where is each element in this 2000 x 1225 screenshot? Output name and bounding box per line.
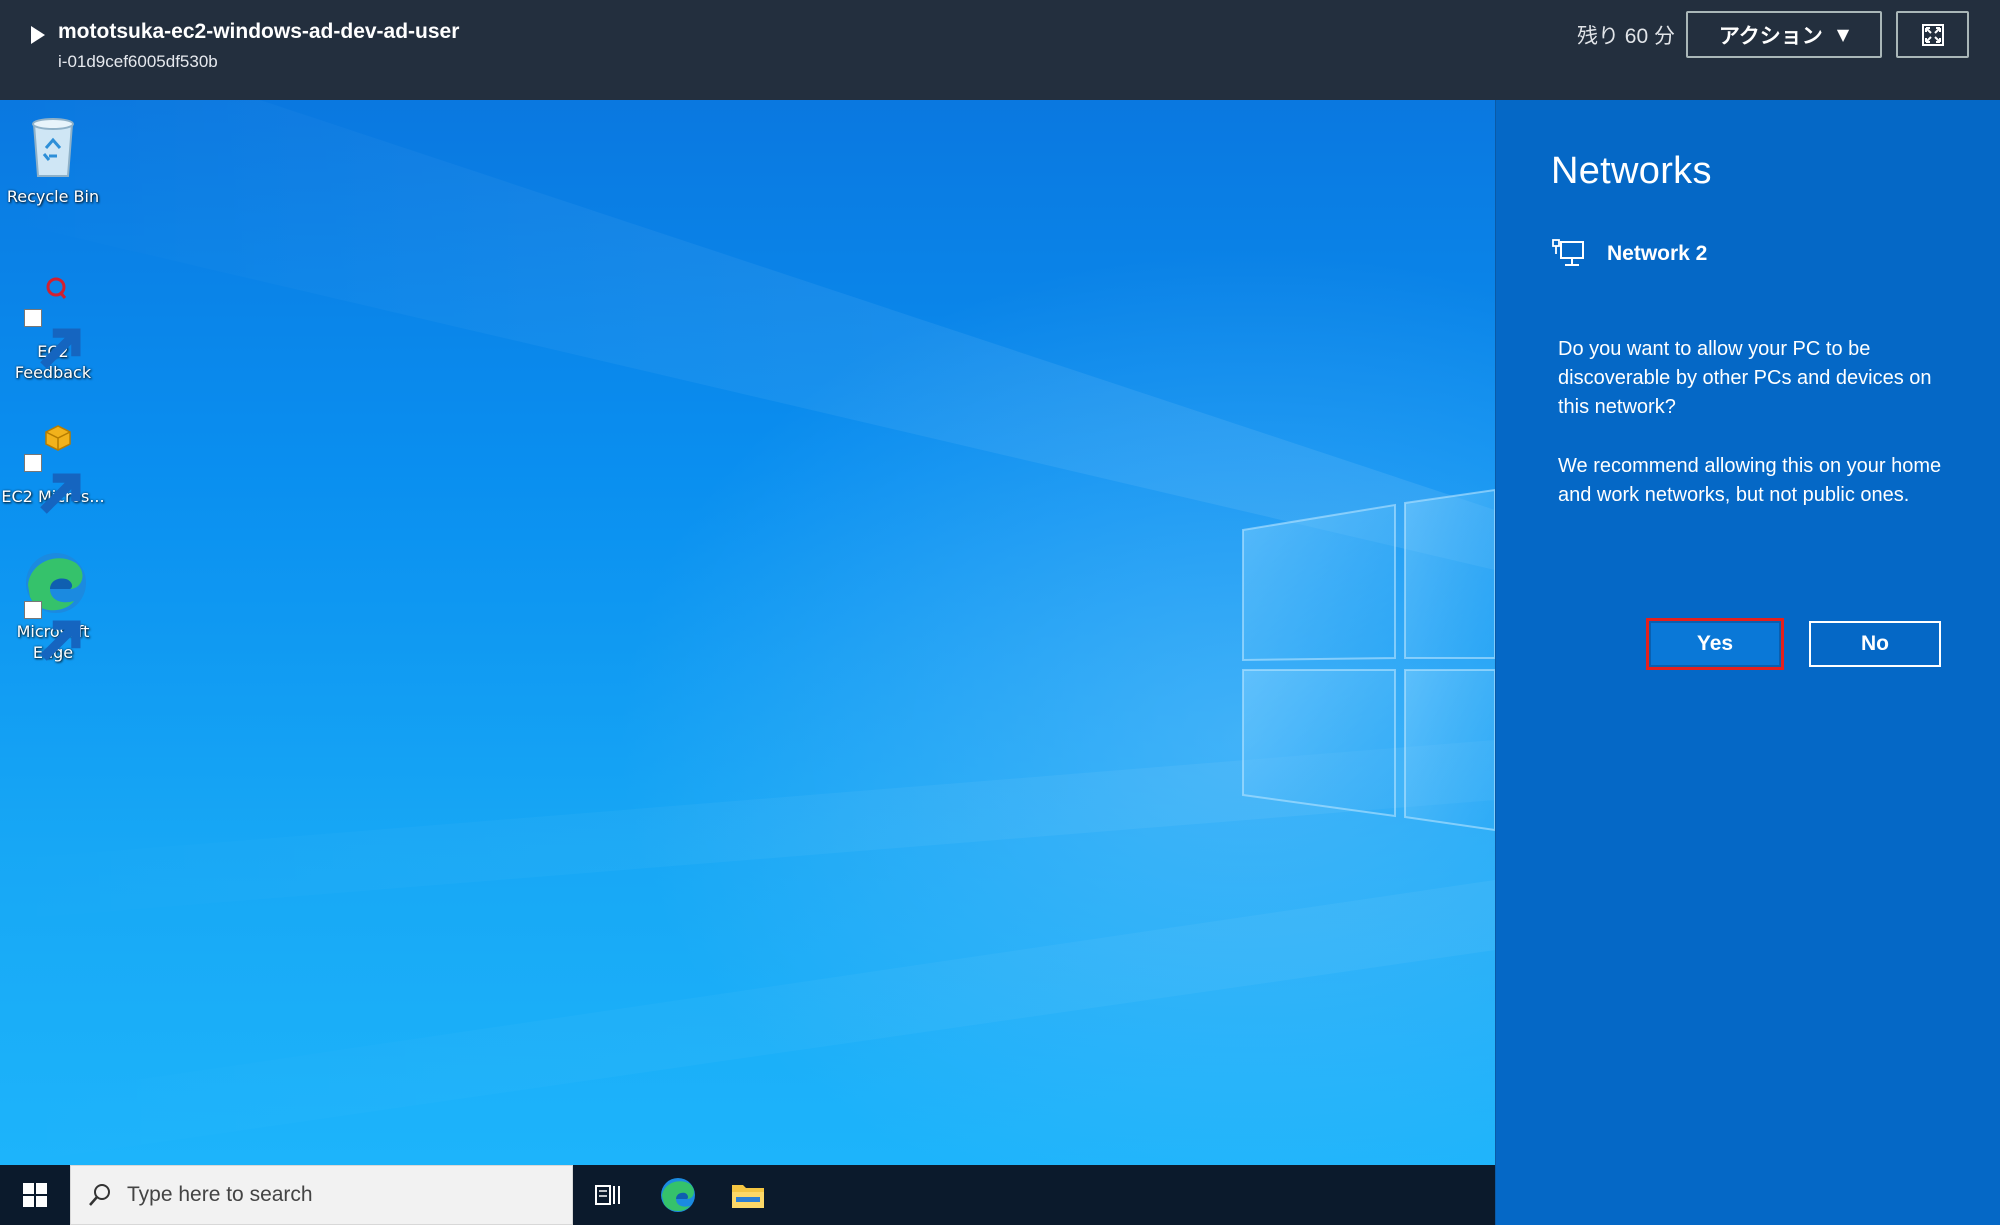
wired-network-icon [1551,238,1587,270]
play-triangle-icon[interactable] [30,25,46,45]
network-item: Network 2 [1551,238,1707,270]
search-placeholder: Type here to search [127,1183,313,1206]
search-icon [89,1184,110,1206]
taskbar-file-explorer-button[interactable] [713,1165,783,1225]
edge-icon [661,1178,695,1212]
task-view-button[interactable] [573,1165,643,1225]
actions-button[interactable]: アクション ▼ [1686,11,1882,58]
taskbar-edge-button[interactable] [643,1165,713,1225]
windows-logo-wallpaper [0,100,1495,1165]
shortcut-arrow-icon [24,601,81,661]
ec2-feedback-icon [16,265,90,369]
network-name: Network 2 [1607,242,1708,265]
instance-id: i-01d9cef6005df530b [58,52,218,71]
discovery-recommendation: We recommend allowing this on your home … [1558,455,1942,506]
recycle-bin-icon [16,110,90,184]
shortcut-arrow-icon [24,309,81,369]
windows-desktop[interactable]: Recycle Bin EC2 Feedback EC2 Micros... M… [0,100,1495,1165]
edge-icon [16,545,90,661]
yes-button[interactable]: Yes [1649,621,1781,667]
task-view-icon [595,1185,620,1205]
caret-down-icon: ▼ [1836,25,1850,44]
file-explorer-icon [732,1185,764,1208]
session-header: mototsuka-ec2-windows-ad-dev-ad-user i-0… [0,0,2000,100]
desktop-icon-ec2-feedback[interactable]: EC2 Feedback [0,265,108,383]
instance-name: mototsuka-ec2-windows-ad-dev-ad-user [58,20,460,43]
time-remaining: 残り 60 分 [1576,25,1675,48]
no-button[interactable]: No [1809,621,1941,667]
ec2-package-icon [16,410,90,514]
desktop-icon-label: Recycle Bin [6,187,100,206]
desktop-icon-recycle-bin[interactable]: Recycle Bin [0,110,108,207]
network-discovery-panel: Networks Network 2 Do you want to allow … [1495,100,2000,1225]
fullscreen-icon [1921,23,1944,46]
taskbar-search-box[interactable]: Type here to search [70,1165,573,1225]
taskbar: Type here to search [0,1165,1495,1225]
desktop-icon-microsoft-edge[interactable]: Microsoft Edge [0,545,108,663]
start-button[interactable] [0,1165,70,1225]
desktop-icon-ec2-micros[interactable]: EC2 Micros... [0,410,108,514]
discovery-question: Do you want to allow your PC to be disco… [1558,338,1932,418]
panel-title: Networks [1551,150,1712,192]
actions-label: アクション [1718,23,1823,48]
fullscreen-button[interactable] [1896,11,1969,58]
windows-start-icon [23,1183,47,1207]
shortcut-arrow-icon [24,454,81,514]
